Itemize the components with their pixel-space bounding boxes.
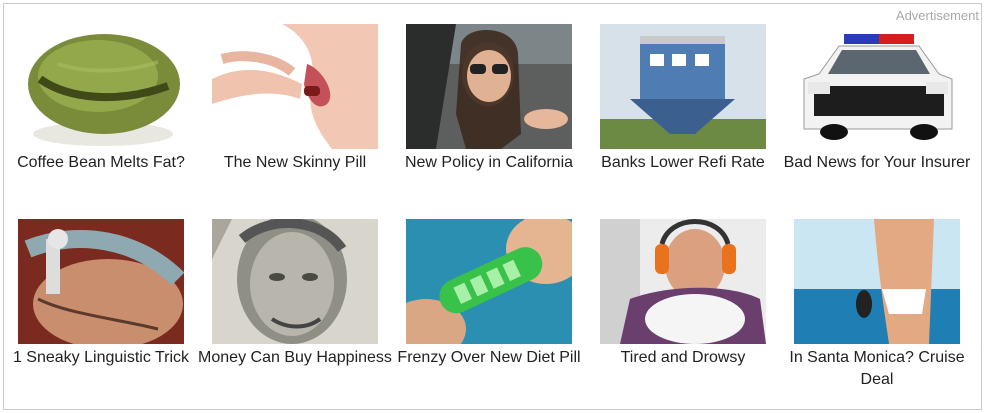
ad-tile-caption: Banks Lower Refi Rate <box>601 154 765 171</box>
coffee-bean-image <box>18 24 184 149</box>
pill-lips-image <box>212 24 378 149</box>
green-capsule-image <box>406 219 572 344</box>
ad-tile-caption: Frenzy Over New Diet Pill <box>397 349 581 366</box>
ad-tile-caption: The New Skinny Pill <box>223 154 367 171</box>
ad-tile-skinny-pill[interactable]: The New Skinny Pill <box>198 24 392 174</box>
ad-tile-caption: Tired and Drowsy <box>620 349 746 366</box>
ad-tile-bad-news[interactable]: Bad News for Your Insurer <box>780 24 974 174</box>
ad-grid: Coffee Bean Melts Fat? The New Skinny Pi… <box>4 4 983 411</box>
ad-tile-caption: Money Can Buy Happiness <box>198 349 392 366</box>
ad-tile-banks-refi[interactable]: Banks Lower Refi Rate <box>586 24 780 174</box>
ad-widget: Advertisement Coffee Bean Melts Fat? The… <box>3 3 982 410</box>
upside-down-house-image <box>600 24 766 149</box>
woman-in-car-image <box>406 24 572 149</box>
ad-tile-linguistic-trick[interactable]: 1 Sneaky Linguistic Trick <box>4 219 198 369</box>
lincoln-banknote-image <box>212 219 378 344</box>
ad-tile-new-policy[interactable]: New Policy in California <box>392 24 586 174</box>
ad-tile-caption: Bad News for Your Insurer <box>783 154 971 171</box>
ad-tile-caption: 1 Sneaky Linguistic Trick <box>12 349 190 366</box>
ad-tile-caption: New Policy in California <box>404 154 574 171</box>
man-with-nasal-device-image <box>18 219 184 344</box>
ad-tile-coffee-bean[interactable]: Coffee Bean Melts Fat? <box>4 24 198 174</box>
ad-tile-diet-pill[interactable]: Frenzy Over New Diet Pill <box>392 219 586 369</box>
beach-bikini-image <box>794 219 960 344</box>
man-with-earmuffs-image <box>600 219 766 344</box>
ad-tile-caption: In Santa Monica? Cruise Deal <box>789 349 965 388</box>
ad-tile-money-happiness[interactable]: Money Can Buy Happiness <box>198 219 392 369</box>
ad-tile-caption: Coffee Bean Melts Fat? <box>17 154 185 171</box>
police-car-image <box>794 24 960 149</box>
ad-tile-santa-monica[interactable]: In Santa Monica? Cruise Deal <box>780 219 974 391</box>
ad-tile-tired-drowsy[interactable]: Tired and Drowsy <box>586 219 780 369</box>
